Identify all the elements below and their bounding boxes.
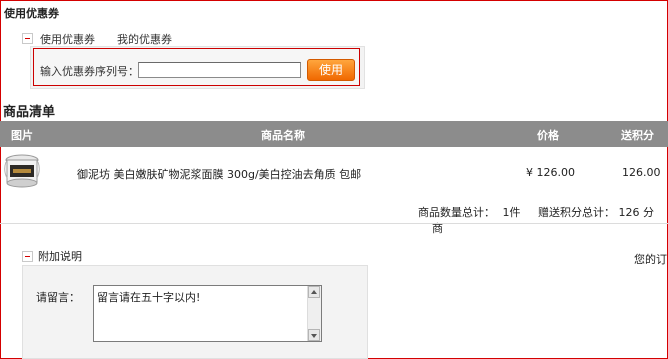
note-section-title[interactable]: 附加说明 <box>38 248 82 264</box>
message-textarea-text: 留言请在五十字以内! <box>97 291 201 304</box>
total-count-label: 商品数量总计： <box>418 206 495 219</box>
coupon-code-input[interactable] <box>138 62 301 78</box>
order-note-text: 您的订 <box>634 253 667 266</box>
scroll-up-icon[interactable] <box>308 286 320 298</box>
column-price: 价格 <box>537 129 559 142</box>
note-collapse-icon[interactable] <box>22 251 33 262</box>
goods-section-title: 商品清单 <box>3 105 56 120</box>
total-points-label: 赠送积分总计： <box>538 206 615 219</box>
use-coupon-button[interactable]: 使用 <box>307 59 355 81</box>
tab-my-coupons[interactable]: 我的优惠券 <box>117 31 172 47</box>
product-price: ¥ 126.00 <box>526 166 575 179</box>
coupon-collapse-icon[interactable] <box>22 33 33 44</box>
coupon-input-label: 输入优惠券序列号： <box>40 65 139 78</box>
message-textarea[interactable]: 留言请在五十字以内! <box>93 285 322 342</box>
product-thumbnail[interactable] <box>4 152 40 192</box>
message-label: 请留言： <box>36 291 80 304</box>
coupon-section-title: 使用优惠券 <box>4 7 59 20</box>
textarea-scrollbar[interactable] <box>307 286 321 341</box>
column-points: 送积分 <box>621 129 654 142</box>
tab-use-coupon[interactable]: 使用优惠券 <box>40 31 95 47</box>
product-points: 126.00 <box>622 166 661 179</box>
total-count-value: 1件 <box>502 206 521 219</box>
goods-table-header: 图片 商品名称 价格 送积分 <box>0 121 668 147</box>
goods-divider <box>0 223 668 224</box>
column-image: 图片 <box>11 129 33 142</box>
total-points-value: 126 分 <box>618 206 655 219</box>
goods-summary: 商品数量总计： 1件 赠送积分总计： 126 分 商 <box>418 204 668 236</box>
scroll-down-icon[interactable] <box>308 329 320 341</box>
column-name: 商品名称 <box>261 129 305 142</box>
product-name-link[interactable]: 御泥坊 美白嫩肤矿物泥浆面膜 300g/美白控油去角质 包邮 <box>77 166 361 182</box>
